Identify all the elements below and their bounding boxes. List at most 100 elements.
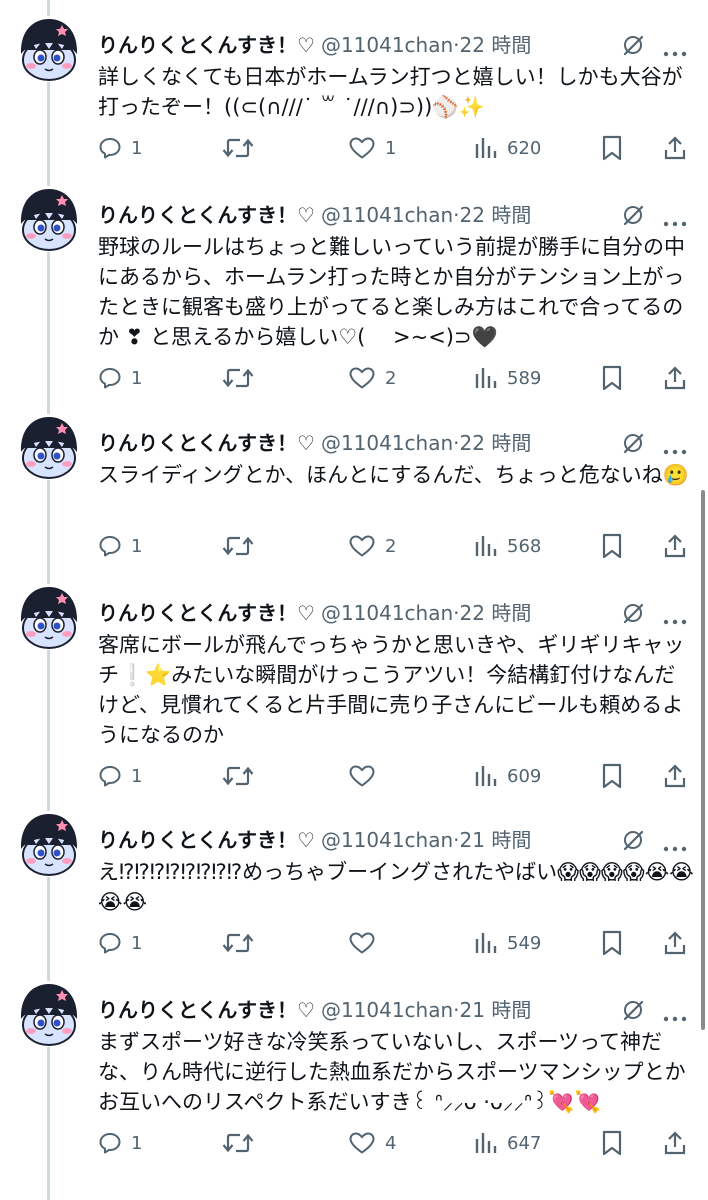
user-handle[interactable]: @11041chan [321,601,453,625]
tweet[interactable]: りんりくとくんすき！♡ @11041chan·21 時間 まずスポーツ好きな冷笑系… [0,965,708,1200]
tweet-header: りんりくとくんすき！♡ @11041chan·22 時間 [98,428,692,458]
grok-icon[interactable] [622,204,644,226]
like-button[interactable] [348,760,385,792]
bookmark-icon [602,533,622,559]
share-upload-icon [664,764,686,788]
tweet-header: りんりくとくんすき！♡ @11041chan·22 時間 [98,598,692,628]
avatar[interactable] [16,414,82,480]
views-button[interactable]: 647 [474,1127,541,1159]
more-dots-icon[interactable] [663,440,687,455]
like-button[interactable]: 2 [348,362,396,394]
retweet-arrows-icon [222,766,254,786]
grok-icon[interactable] [622,829,644,851]
view-count: 549 [507,932,542,954]
view-count: 620 [507,137,542,159]
views-button[interactable]: 549 [474,927,541,959]
share-button[interactable] [663,132,687,164]
tweet[interactable]: りんりくとくんすき！♡ @11041chan·22 時間 スライディングとか、ほん… [0,398,708,568]
grok-icon[interactable] [622,34,644,56]
reply-button[interactable]: 1 [98,1127,142,1159]
user-handle[interactable]: @11041chan [321,203,453,227]
bookmark-button[interactable] [601,927,623,959]
timestamp[interactable]: 21 時間 [460,998,532,1022]
bookmark-button[interactable] [601,362,623,394]
avatar[interactable] [16,981,82,1047]
display-name[interactable]: りんりくとくんすき！♡ [98,203,315,227]
reply-button[interactable]: 1 [98,132,142,164]
views-bar-chart-icon [475,933,497,953]
user-handle[interactable]: @11041chan [321,828,453,852]
more-dots-icon[interactable] [663,610,687,625]
timestamp[interactable]: 22 時間 [460,203,532,227]
tweet[interactable]: りんりくとくんすき！♡ @11041chan·22 時間 詳しくなくても日本がホー… [0,0,708,170]
retweet-button[interactable] [222,927,263,959]
heart-icon [349,137,375,159]
avatar-image [16,584,82,650]
bookmark-button[interactable] [601,760,623,792]
tweet[interactable]: りんりくとくんすき！♡ @11041chan·22 時間 野球のルールはちょっと難… [0,170,708,398]
tweet-header: りんりくとくんすき！♡ @11041chan·22 時間 [98,200,692,230]
retweet-button[interactable] [222,132,263,164]
reply-bubble-icon [99,368,121,389]
display-name[interactable]: りんりくとくんすき！♡ [98,998,315,1022]
like-button[interactable]: 2 [348,530,396,562]
tweet[interactable]: りんりくとくんすき！♡ @11041chan·22 時間 客席にボールが飛んでっち… [0,568,708,795]
grok-icon[interactable] [622,999,644,1021]
timestamp[interactable]: 22 時間 [460,601,532,625]
share-button[interactable] [663,362,687,394]
avatar[interactable] [16,584,82,650]
tweet-text: スライディングとか、ほんとにするんだ、ちょっと危ないね🥲 [98,463,689,487]
grok-icon[interactable] [622,432,644,454]
views-bar-chart-icon [475,536,497,556]
reply-count: 1 [131,765,143,787]
more-dots-icon[interactable] [663,837,687,852]
action-bar: 1 1 620 [98,132,698,164]
retweet-button[interactable] [222,530,263,562]
reply-button[interactable]: 1 [98,760,142,792]
bookmark-button[interactable] [601,132,623,164]
reply-count: 1 [131,932,143,954]
views-button[interactable]: 568 [474,530,541,562]
user-handle[interactable]: @11041chan [321,998,453,1022]
bookmark-button[interactable] [601,1127,623,1159]
display-name[interactable]: りんりくとくんすき！♡ [98,828,315,852]
like-button[interactable] [348,927,385,959]
display-name[interactable]: りんりくとくんすき！♡ [98,601,315,625]
reply-button[interactable]: 1 [98,927,142,959]
like-button[interactable]: 4 [348,1127,396,1159]
retweet-button[interactable] [222,1127,263,1159]
grok-icon[interactable] [622,602,644,624]
avatar[interactable] [16,811,82,877]
reply-bubble-icon [99,536,121,557]
views-bar-chart-icon [475,138,497,158]
like-button[interactable]: 1 [348,132,396,164]
views-button[interactable]: 589 [474,362,541,394]
timestamp[interactable]: 22 時間 [460,431,532,455]
share-button[interactable] [663,1127,687,1159]
display-name[interactable]: りんりくとくんすき！♡ [98,431,315,455]
display-name[interactable]: りんりくとくんすき！♡ [98,33,315,57]
retweet-button[interactable] [222,760,263,792]
retweet-arrows-icon [222,536,254,556]
bookmark-button[interactable] [601,530,623,562]
retweet-button[interactable] [222,362,263,394]
tweet[interactable]: りんりくとくんすき！♡ @11041chan·21 時間 え⁉⁉⁉⁉⁉⁉⁉⁉めっち… [0,795,708,965]
user-handle[interactable]: @11041chan [321,431,453,455]
avatar[interactable] [16,16,82,82]
views-button[interactable]: 609 [474,760,541,792]
share-button[interactable] [663,760,687,792]
timestamp[interactable]: 22 時間 [460,33,532,57]
avatar[interactable] [16,186,82,252]
more-dots-icon[interactable] [663,1007,687,1022]
more-dots-icon[interactable] [663,42,687,57]
share-button[interactable] [663,927,687,959]
more-dots-icon[interactable] [663,212,687,227]
view-count: 609 [507,765,542,787]
timestamp[interactable]: 21 時間 [460,828,532,852]
user-handle[interactable]: @11041chan [321,33,453,57]
heart-icon [349,1132,375,1154]
views-button[interactable]: 620 [474,132,541,164]
reply-button[interactable]: 1 [98,362,142,394]
reply-button[interactable]: 1 [98,530,142,562]
share-button[interactable] [663,530,687,562]
